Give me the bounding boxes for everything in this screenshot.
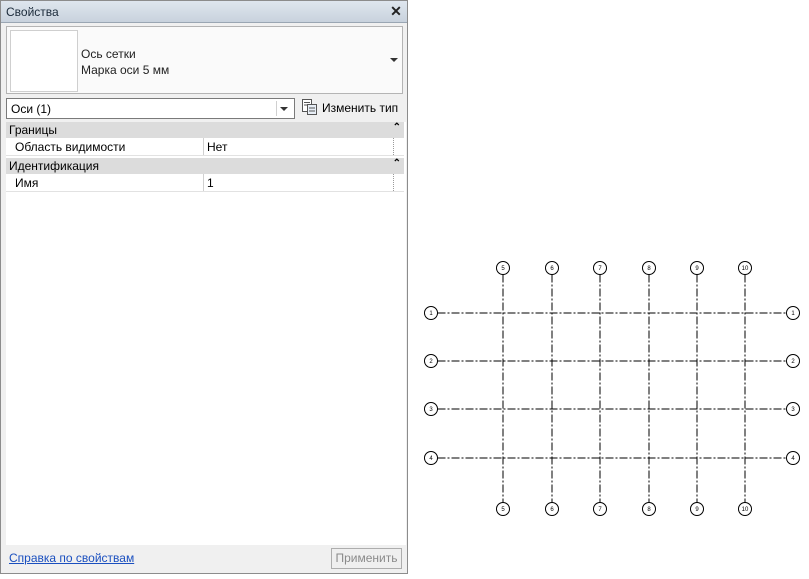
- apply-button[interactable]: Применить: [331, 548, 402, 569]
- edit-type-button[interactable]: Изменить тип: [300, 98, 404, 118]
- edit-type-label: Изменить тип: [322, 101, 399, 115]
- grid-10-top-label: 10: [742, 266, 749, 272]
- collapse-icon[interactable]: ⌃: [393, 122, 401, 133]
- grid-10-bottom-label: 10: [742, 507, 749, 513]
- grid-drawing[interactable]: 556677889910101 12 23 34 4: [410, 0, 809, 576]
- property-row-name: Имя 1: [6, 174, 404, 192]
- property-edit-cell[interactable]: [393, 138, 404, 155]
- group-label: Границы: [9, 123, 57, 137]
- type-preview-image: [10, 30, 78, 92]
- edit-type-icon: [302, 99, 317, 115]
- property-value-cell[interactable]: 1: [203, 174, 393, 191]
- group-label: Идентификация: [9, 159, 99, 173]
- properties-help-link[interactable]: Справка по свойствам: [9, 551, 134, 565]
- property-name: Имя: [15, 176, 39, 190]
- collapse-icon[interactable]: ⌃: [393, 158, 401, 169]
- property-row-scope-box: Область видимости Нет: [6, 138, 404, 156]
- group-header-extents[interactable]: Границы ⌃: [6, 122, 404, 138]
- drawing-canvas[interactable]: 5 5 6 6 7 7 8 8 9 9 10 10 1 1 2 2 3 3 4 4: [410, 0, 809, 576]
- property-name: Область видимости: [15, 140, 126, 154]
- palette-titlebar[interactable]: Свойства ✕: [1, 1, 407, 23]
- property-edit-cell[interactable]: [393, 174, 404, 191]
- type-family-label: Ось сетки: [81, 47, 136, 61]
- chevron-down-icon[interactable]: [390, 58, 398, 62]
- properties-palette: Свойства ✕ Ось сетки Марка оси 5 мм Оси …: [0, 0, 408, 574]
- type-name-label: Марка оси 5 мм: [81, 63, 170, 77]
- property-value-cell[interactable]: Нет: [203, 138, 393, 155]
- group-header-identity[interactable]: Идентификация ⌃: [6, 158, 404, 174]
- palette-title: Свойства: [6, 5, 59, 19]
- property-value: Нет: [207, 140, 228, 154]
- close-icon[interactable]: ✕: [388, 3, 404, 19]
- properties-grid: Границы ⌃ Область видимости Нет Идентифи…: [6, 122, 406, 545]
- property-value: 1: [207, 176, 214, 190]
- instance-filter-value: Оси (1): [11, 102, 52, 116]
- type-selector[interactable]: Ось сетки Марка оси 5 мм: [6, 26, 403, 94]
- chevron-down-icon[interactable]: [276, 101, 292, 116]
- instance-filter-dropdown[interactable]: Оси (1): [6, 98, 295, 119]
